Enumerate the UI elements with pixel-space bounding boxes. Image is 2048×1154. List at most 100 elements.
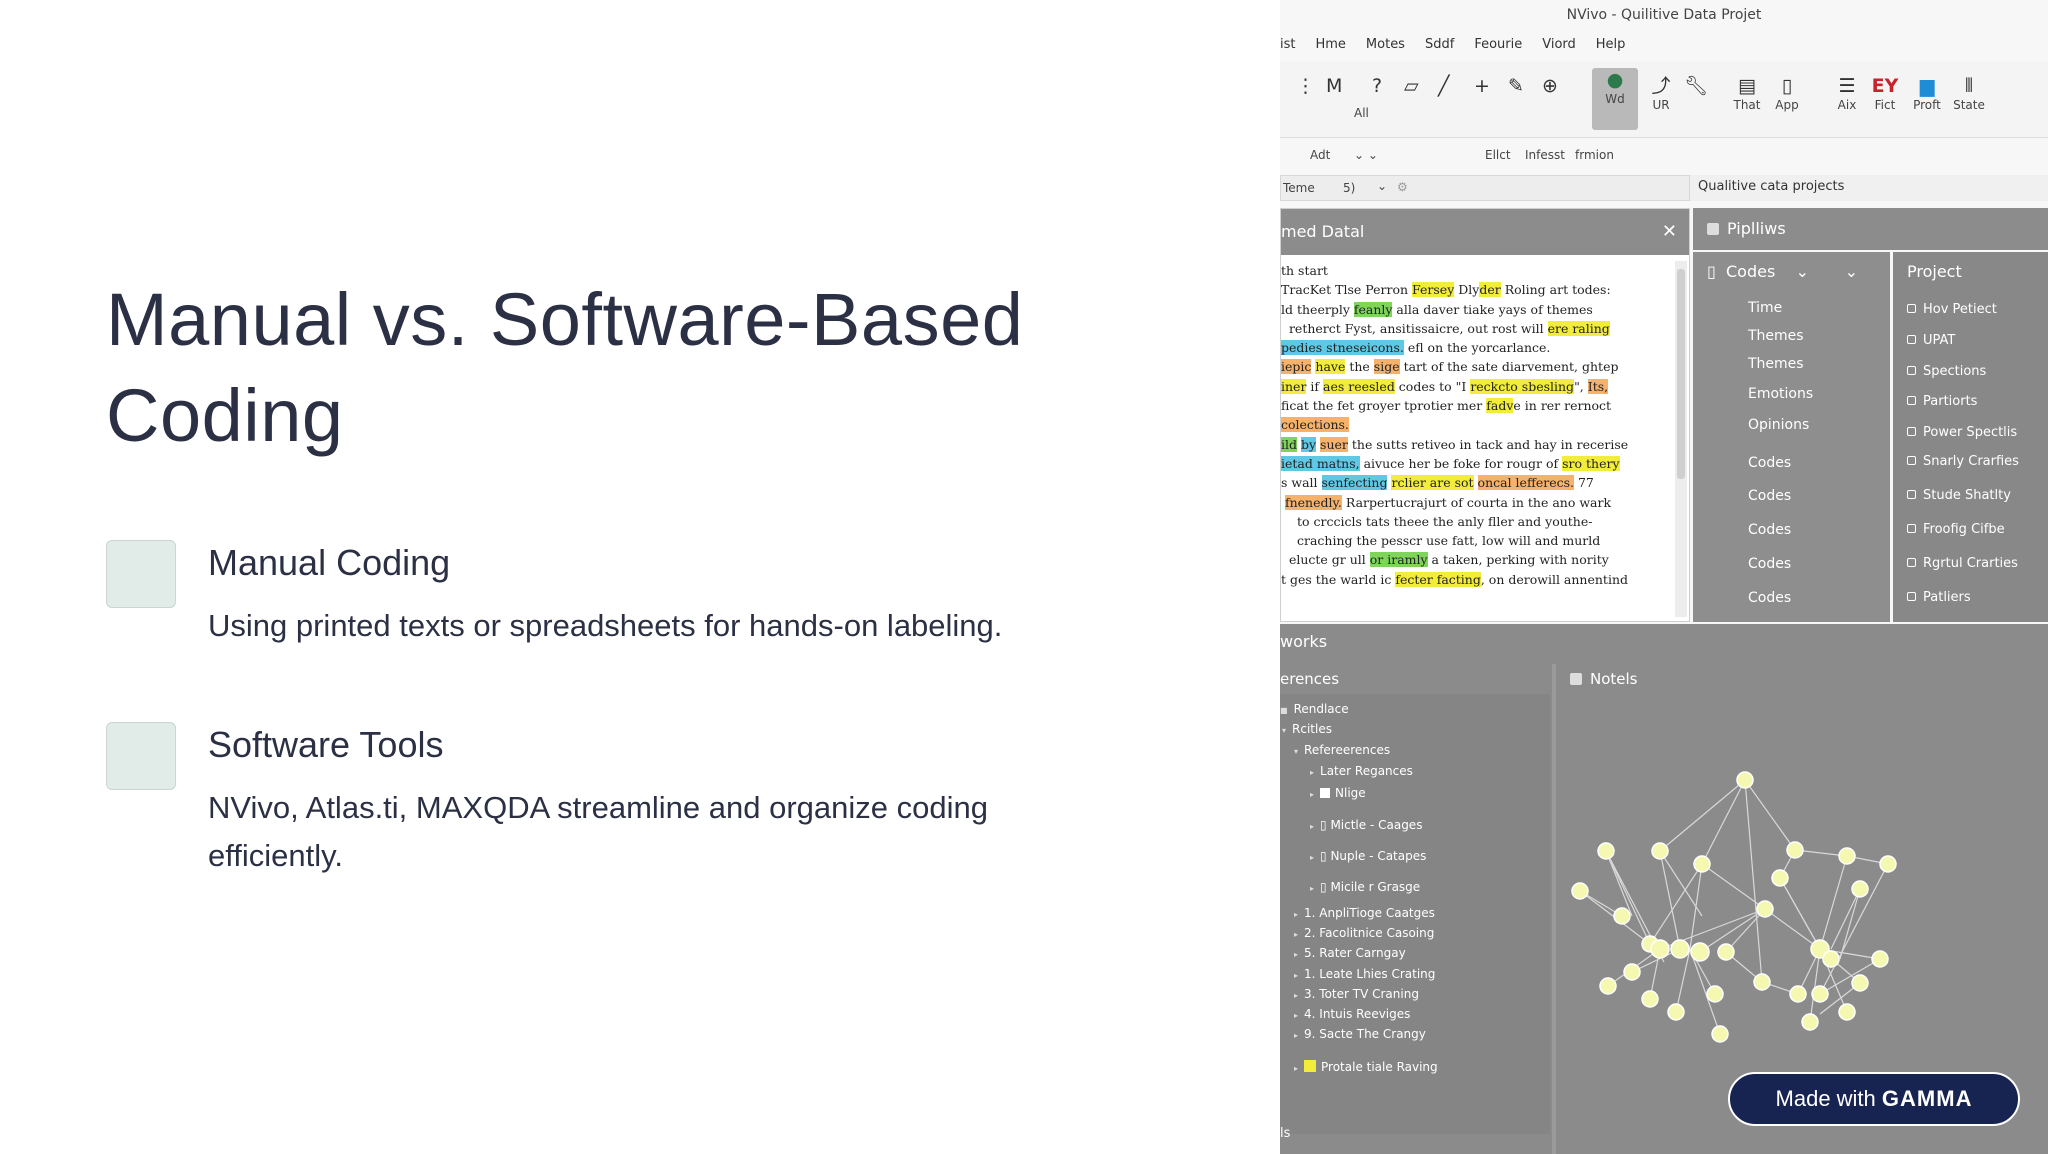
tree-item[interactable]: ▾ Rcitles — [1282, 722, 1332, 736]
document-line: to crccicls tats theee the anly fller an… — [1297, 513, 1593, 529]
document-line: pedies stneseicons. efl on the yorcarlan… — [1281, 340, 1551, 356]
tree-item[interactable]: ▸ 9. Sacte The Crangy — [1294, 1027, 1426, 1041]
all-label: All — [1354, 106, 1369, 120]
document-line: t ges the warld ic fecter facting, on de… — [1281, 571, 1628, 587]
kebab-icon[interactable]: ⋮ — [1296, 74, 1315, 98]
document-line: TracKet Tlse Perron Fersey Dlyder Roling… — [1281, 282, 1611, 298]
project-panel: Project Hov Petiect UPAT Spections Parti… — [1893, 252, 2048, 622]
tree-item[interactable]: ▾ Refereerences — [1294, 743, 1390, 757]
subbar-ellct[interactable]: Ellct — [1485, 148, 1511, 162]
ribbon-button-state[interactable]: ⫴ State — [1952, 74, 1986, 112]
window-title: NVivo - Quilitive Data Projet — [1566, 7, 1762, 23]
project-item[interactable]: Spections — [1907, 364, 1986, 379]
ribbon-button-wd[interactable]: ● Wd — [1592, 68, 1638, 130]
slide-title: Manual vs. Software-Based Coding — [106, 278, 1024, 457]
project-header: Project — [1907, 262, 1962, 281]
ribbon-button-that[interactable]: ▤ That — [1732, 74, 1762, 112]
wrench-icon[interactable]: 🔧︎ — [1684, 74, 1708, 98]
ribbon-button-fict[interactable]: EY Fict — [1870, 74, 1900, 112]
software-tools-heading: Software Tools — [208, 724, 444, 765]
menu-item-help[interactable]: Help — [1596, 32, 1626, 58]
subbar-frmion[interactable]: frmion — [1575, 148, 1614, 162]
menu-item-notes[interactable]: Motes — [1366, 32, 1405, 58]
ribbon-button-app[interactable]: ▯ App — [1772, 74, 1802, 112]
subbar-adt[interactable]: Adt — [1310, 148, 1330, 162]
code-item[interactable]: Codes — [1748, 556, 1791, 572]
plus-icon[interactable]: + — [1474, 74, 1490, 98]
project-item[interactable]: Stude Shatlty — [1907, 488, 2011, 503]
document-line: elucte gr ull or iramly a taken, perking… — [1281, 552, 1609, 568]
chevron-down-icon[interactable]: ⌄ — [1377, 179, 1387, 193]
subbar-infesst[interactable]: Infesst — [1525, 148, 1565, 162]
code-item[interactable]: Codes — [1748, 455, 1791, 471]
project-item[interactable]: UPAT — [1907, 333, 1955, 348]
slide: Manual vs. Software-Based Coding Manual … — [0, 0, 2048, 1154]
settings-icon[interactable]: ⚙ — [1397, 180, 1408, 194]
code-item[interactable]: Codes — [1748, 522, 1791, 538]
document-line: ficat the fet groyer tprotier mer fadve … — [1281, 398, 1612, 414]
document-title: med Datal — [1281, 222, 1365, 241]
works-header: works — [1280, 632, 1328, 651]
globe-icon[interactable]: ⊕ — [1542, 74, 1558, 98]
folder-icon[interactable]: ▱ — [1404, 74, 1419, 98]
project-item[interactable]: Patliers — [1907, 590, 1971, 605]
menu-item-home[interactable]: Hme — [1315, 32, 1345, 58]
project-item[interactable]: Hov Petiect — [1907, 302, 1997, 317]
project-item[interactable]: Rgrtul Crarties — [1907, 556, 2018, 571]
project-item[interactable]: Snarly Crarfies — [1907, 454, 2019, 469]
manual-coding-icon — [106, 540, 176, 608]
menu-item-feourie[interactable]: Feourie — [1474, 32, 1522, 58]
software-tools-icon — [106, 722, 176, 790]
tree-item[interactable]: ▸ ▯ Micile r Grasge — [1310, 880, 1420, 894]
ribbon-button-aix[interactable]: ☰ Aix — [1832, 74, 1862, 112]
code-item[interactable]: Opinions — [1748, 417, 1809, 433]
tree-item[interactable]: ▸ Later Regances — [1310, 764, 1413, 778]
mail-icon[interactable]: M — [1326, 74, 1342, 98]
tree-item[interactable]: ▸ Nlige — [1310, 786, 1366, 800]
tree-item[interactable]: ▸ 5. Rater Carngay — [1294, 946, 1406, 960]
document-line: s wall senfecting rclier are sot oncal l… — [1281, 475, 1594, 491]
menu-item-ist[interactable]: ist — [1280, 32, 1295, 58]
question-icon[interactable]: ? — [1372, 74, 1382, 98]
project-item[interactable]: Froofig Cifbe — [1907, 522, 2005, 537]
tree-item[interactable]: ▸ 3. Toter TV Craning — [1294, 987, 1419, 1001]
tree-item[interactable]: ▸ Protale tiale Raving — [1294, 1060, 1438, 1074]
tree-item[interactable]: ▸ 1. Leate Lhies Crating — [1294, 967, 1435, 981]
project-item[interactable]: Power Spectlis — [1907, 425, 2017, 440]
document-text[interactable]: th start TracKet Tlse Perron Fersey Dlyd… — [1281, 255, 1689, 589]
menu-item-viord[interactable]: Viord — [1542, 32, 1576, 58]
sub-toolbar: Adt ⌄ ⌄ Ellct Infesst frmion — [1280, 142, 2048, 170]
ribbon-button-proft[interactable]: ▆ Proft — [1910, 74, 1944, 112]
manual-coding-heading: Manual Coding — [208, 542, 451, 583]
code-item[interactable]: Themes — [1748, 356, 1804, 372]
document-line: fnenedly. Rarpertucrajurt of courta in t… — [1284, 494, 1612, 510]
tree-item[interactable]: ▸ 1. AnpliTioge Caatges — [1294, 906, 1435, 920]
tree-item[interactable]: ▸ ▯ Nuple - Catapes — [1310, 849, 1426, 863]
made-with-gamma-badge[interactable]: Made with GAMMA — [1728, 1072, 2020, 1126]
tree-item[interactable]: ▸ 2. Facolitnice Casoing — [1294, 926, 1434, 940]
code-item[interactable]: Emotions — [1748, 386, 1813, 402]
codes-panel: ▯ Codes ⌄ ⌄ Time Themes Themes Emotions … — [1693, 252, 1890, 622]
document-line: th start — [1281, 263, 1328, 278]
document-scrollbar[interactable] — [1675, 261, 1687, 617]
document-line: ietad matns, aivuce her be foke for roug… — [1281, 455, 1620, 471]
ribbon-button-ur[interactable]: ⤴ UR — [1646, 74, 1676, 112]
pencil-icon[interactable]: ✎ — [1508, 74, 1524, 98]
chevron-down-icon[interactable]: ⌄ ⌄ — [1354, 148, 1378, 162]
close-icon[interactable]: ✕ — [1662, 209, 1677, 255]
filter-select[interactable]: 5) — [1343, 181, 1355, 195]
code-item[interactable]: Codes — [1748, 590, 1791, 606]
code-item[interactable]: Codes — [1748, 488, 1791, 504]
tree-item[interactable]: ■ Rendlace — [1280, 702, 1349, 716]
tree-item[interactable]: ▸ ▯ Mictle - Caages — [1310, 818, 1422, 832]
code-item[interactable]: Themes — [1748, 328, 1804, 344]
menu-item-sddf[interactable]: Sddf — [1425, 32, 1454, 58]
document-line: craching the pesscr use fatt, low will a… — [1297, 533, 1601, 549]
network-graph[interactable] — [1550, 694, 2048, 1134]
document-line: retherct Fyst, ansitissaicre, out rost w… — [1281, 320, 1610, 336]
codes-header[interactable]: ▯ Codes ⌄ ⌄ — [1707, 262, 1858, 281]
code-item[interactable]: Time — [1748, 300, 1782, 316]
line-icon[interactable]: ╱ — [1438, 74, 1449, 98]
tree-item[interactable]: ▸ 4. Intuis Reeviges — [1294, 1007, 1410, 1021]
project-item[interactable]: Partiorts — [1907, 394, 1977, 409]
